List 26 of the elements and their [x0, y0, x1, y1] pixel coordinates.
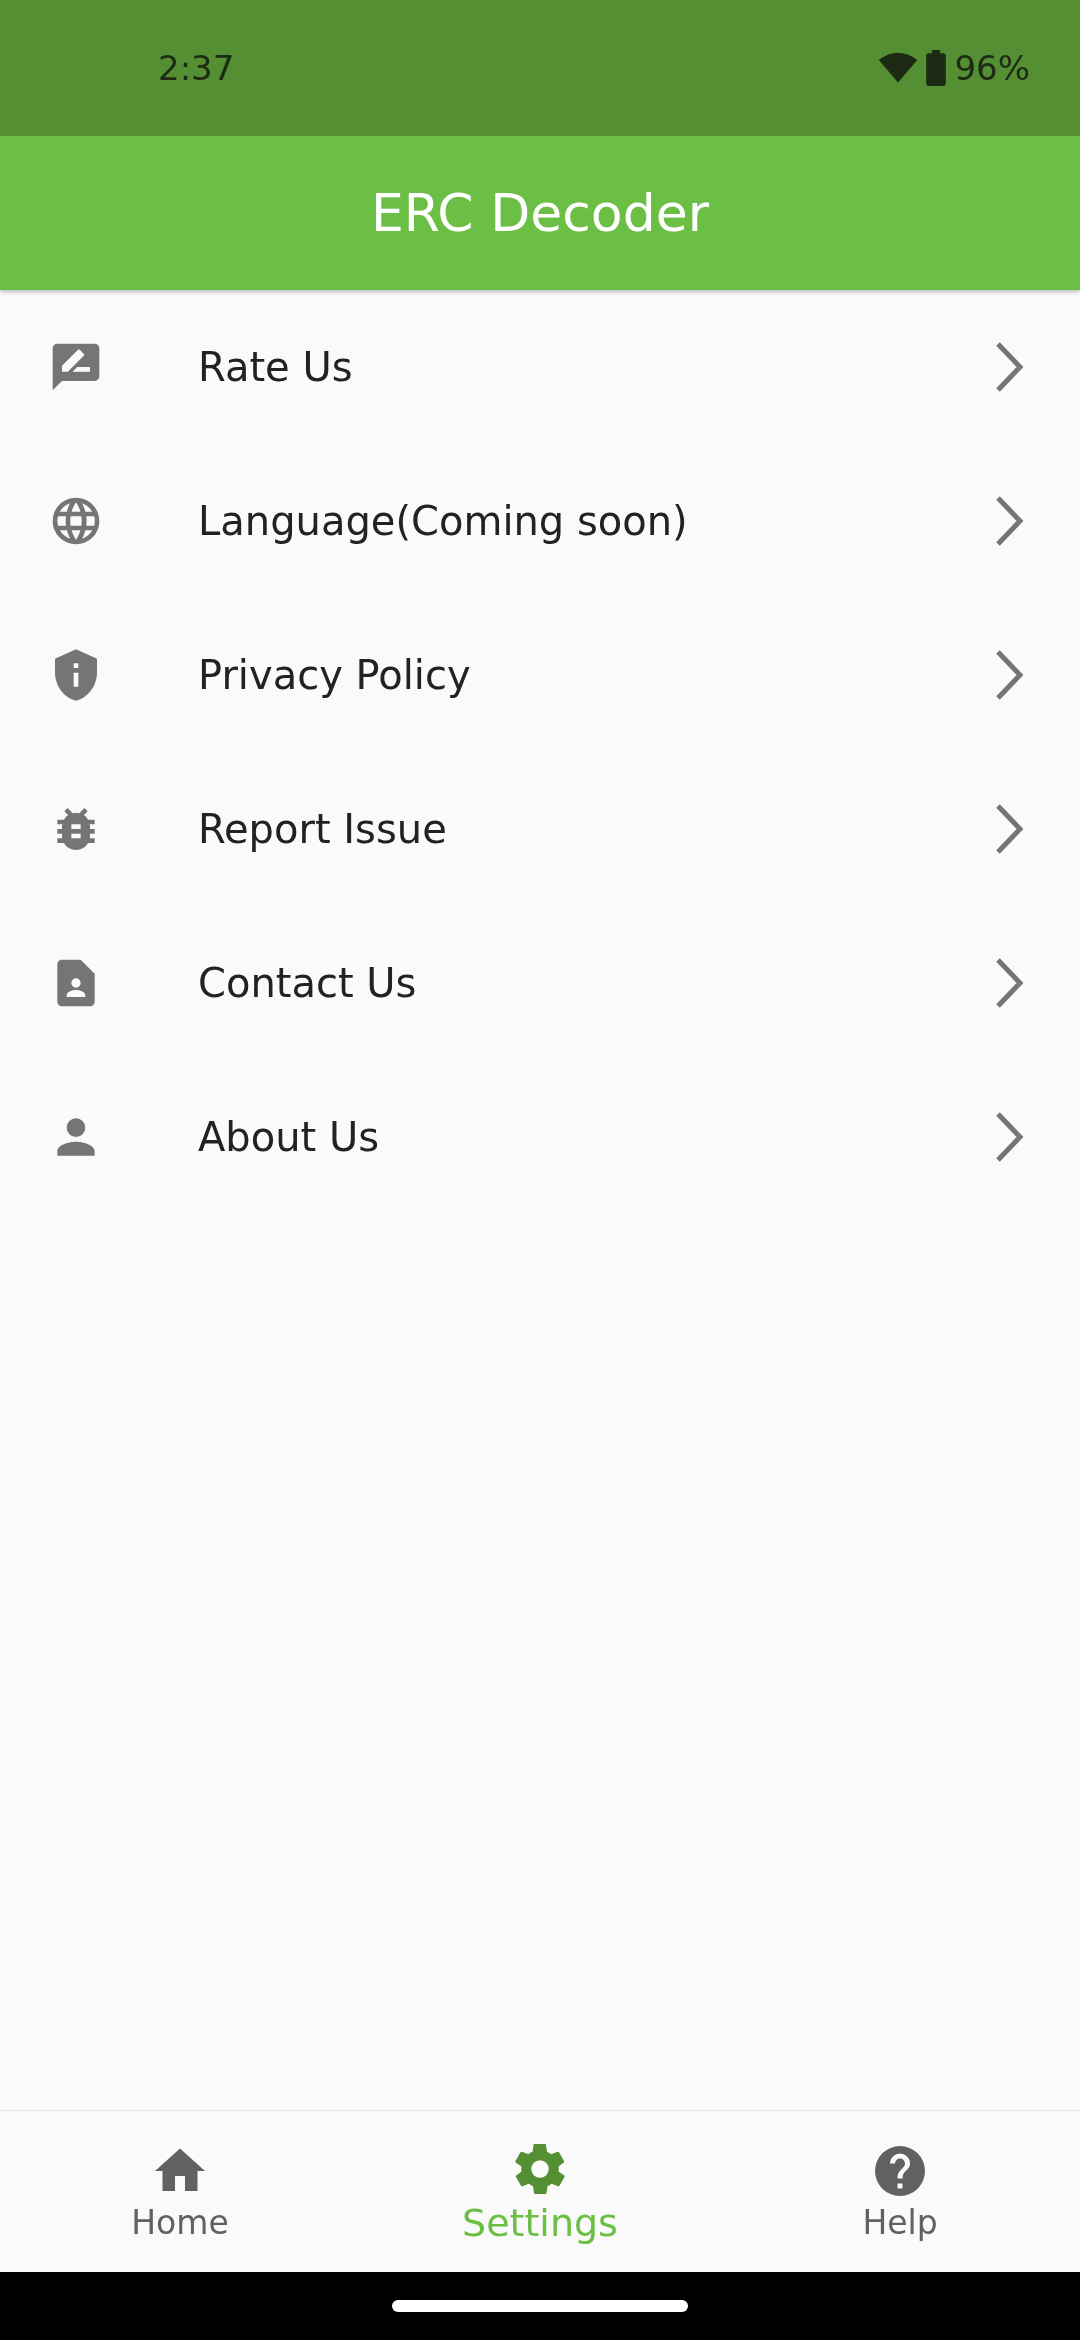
nav-tab[interactable]: Help — [720, 2111, 1080, 2272]
chevron-right-icon — [994, 1111, 1024, 1163]
menu-item[interactable]: Rate Us — [0, 290, 1080, 444]
battery-level: 96% — [954, 48, 1030, 88]
battery-icon — [926, 50, 947, 86]
menu-label: About Us — [198, 1114, 381, 1160]
menu-item[interactable]: Report Issue — [0, 752, 1080, 906]
nav-tab[interactable]: Home — [0, 2111, 360, 2272]
menu-item[interactable]: Privacy Policy — [0, 598, 1080, 752]
home-indicator[interactable] — [392, 2300, 688, 2312]
menu-label: Language(Coming soon) — [198, 498, 689, 544]
menu-label: Contact Us — [198, 960, 418, 1006]
chevron-right-icon — [994, 957, 1024, 1009]
chevron-right-icon — [994, 495, 1024, 547]
app-title: ERC Decoder — [370, 183, 710, 243]
chevron-right-icon — [994, 341, 1024, 393]
menu-item[interactable]: Language(Coming soon) — [0, 444, 1080, 598]
chevron-right-icon — [994, 649, 1024, 701]
menu-item[interactable]: Contact Us — [0, 906, 1080, 1060]
menu-label: Rate Us — [198, 344, 354, 390]
chevron-right-icon — [994, 803, 1024, 855]
menu-item[interactable]: About Us — [0, 1060, 1080, 1214]
status-time: 2:37 — [158, 48, 235, 88]
menu-label: Privacy Policy — [198, 652, 472, 698]
wifi-icon — [878, 52, 919, 84]
menu-label: Report Issue — [198, 806, 448, 852]
